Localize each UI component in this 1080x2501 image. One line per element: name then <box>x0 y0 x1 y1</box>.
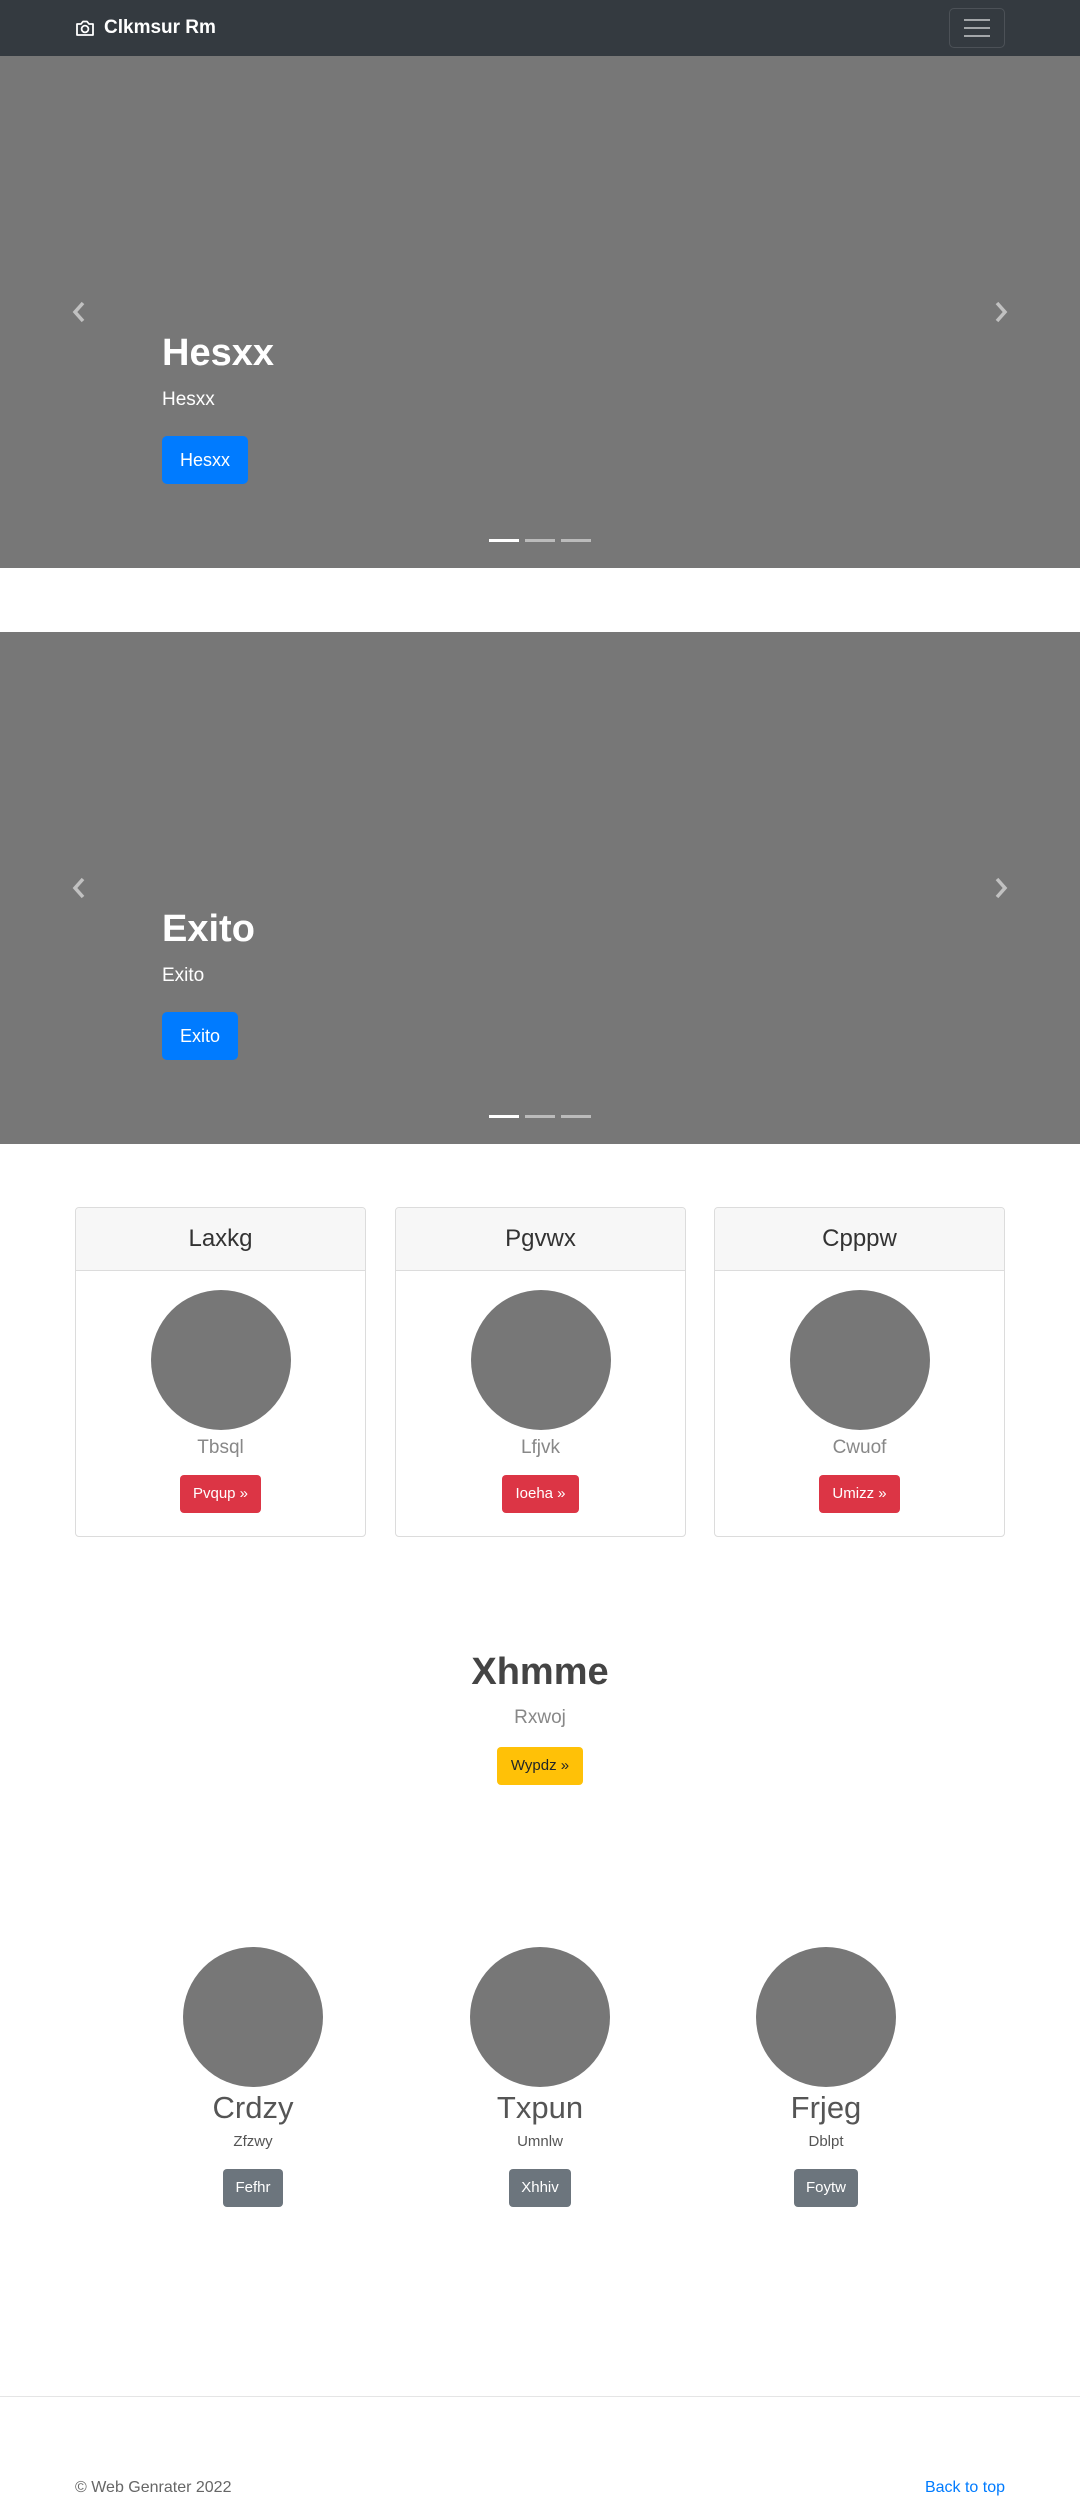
carousel-next-button[interactable] <box>920 632 1080 1144</box>
card-header: Laxkg <box>76 1208 365 1271</box>
feature-column: Frjeg Dblpt Foytw <box>706 1947 946 2207</box>
card-image-placeholder <box>470 1290 611 1430</box>
carousel-prev-button[interactable] <box>0 632 160 1144</box>
brand-name: Clkmsur Rm <box>104 17 216 38</box>
carousel-indicator[interactable] <box>561 539 591 542</box>
card-subtitle: Lfjvk <box>520 1437 561 1458</box>
card-body: Cwuof Umizz » <box>715 1290 1004 1513</box>
carousel-indicator[interactable] <box>489 1115 519 1118</box>
carousel-secondary: Exito Exito Exito <box>0 632 1080 1144</box>
card-deck: Laxkg Tbsql Pvqup » Pgvwx Lfjvk Ioeha » … <box>75 1207 1005 1537</box>
carousel-caption: Hesxx Hesxx Hesxx <box>162 330 274 484</box>
carousel-cta-button[interactable]: Hesxx <box>162 436 249 484</box>
hero-title: Xhmme <box>471 1651 609 1693</box>
brand-link[interactable]: Clkmsur Rm <box>75 16 216 40</box>
chevron-left-icon <box>72 877 85 899</box>
carousel-text: Exito <box>162 965 205 986</box>
chevron-left-icon <box>72 301 85 323</box>
carousel-hero: Hesxx Hesxx Hesxx <box>0 56 1080 568</box>
footer-copyright: © Web Genrater 2022 <box>75 2479 232 2496</box>
carousel-title: Exito <box>162 908 255 950</box>
card-button[interactable]: Pvqup » <box>179 1475 262 1513</box>
carousel-indicator[interactable] <box>525 1115 555 1118</box>
feature-button[interactable]: Fefhr <box>223 2169 283 2207</box>
card-image-placeholder <box>150 1290 291 1430</box>
navbar-toggler-button[interactable] <box>949 8 1005 48</box>
card-body: Lfjvk Ioeha » <box>396 1290 685 1513</box>
chevron-right-icon <box>995 301 1008 323</box>
card-button[interactable]: Ioeha » <box>502 1475 579 1513</box>
card: Cpppw Cwuof Umizz » <box>714 1207 1005 1537</box>
card-header: Cpppw <box>715 1208 1004 1271</box>
card: Pgvwx Lfjvk Ioeha » <box>395 1207 686 1537</box>
feature-column: Crdzy Zfzwy Fefhr <box>133 1947 373 2207</box>
carousel-title: Hesxx <box>162 332 274 374</box>
carousel-cta-button[interactable]: Exito <box>162 1012 239 1060</box>
carousel-indicator[interactable] <box>489 539 519 542</box>
hero-button[interactable]: Wypdz » <box>496 1747 584 1785</box>
hero-section: Xhmme Rxwoj Wypdz » <box>0 1648 1080 1785</box>
carousel-next-button[interactable] <box>920 56 1080 568</box>
feature-title: Txpun <box>496 2090 584 2125</box>
carousel-indicator[interactable] <box>525 539 555 542</box>
card-subtitle: Tbsql <box>197 1437 244 1458</box>
feature-button[interactable]: Xhhiv <box>509 2169 571 2207</box>
hamburger-icon <box>964 19 990 21</box>
feature-subtitle: Dblpt <box>808 2133 844 2150</box>
carousel-text: Hesxx <box>162 389 215 410</box>
feature-title: Frjeg <box>790 2090 862 2125</box>
feature-subtitle: Umnlw <box>517 2133 563 2150</box>
back-to-top-link[interactable]: Back to top <box>925 2478 1005 2498</box>
card-image-placeholder <box>789 1290 930 1430</box>
carousel-indicators <box>489 1115 591 1118</box>
chevron-right-icon <box>995 877 1008 899</box>
feature-column: Txpun Umnlw Xhhiv <box>420 1947 660 2207</box>
carousel-indicator[interactable] <box>561 1115 591 1118</box>
hero-subtitle: Rxwoj <box>514 1707 566 1728</box>
card-header: Pgvwx <box>396 1208 685 1271</box>
camera-icon <box>75 19 95 37</box>
feature-image-placeholder <box>756 1947 896 2087</box>
feature-subtitle: Zfzwy <box>233 2133 273 2150</box>
footer-divider <box>0 2396 1080 2397</box>
feature-title: Crdzy <box>212 2090 294 2125</box>
carousel-caption: Exito Exito Exito <box>162 906 255 1060</box>
card-button[interactable]: Umizz » <box>819 1475 900 1513</box>
card-subtitle: Cwuof <box>832 1437 887 1458</box>
navbar: Clkmsur Rm <box>0 0 1080 56</box>
feature-image-placeholder <box>183 1947 323 2087</box>
carousel-indicators <box>489 539 591 542</box>
feature-button[interactable]: Foytw <box>793 2169 858 2207</box>
card: Laxkg Tbsql Pvqup » <box>75 1207 366 1537</box>
carousel-prev-button[interactable] <box>0 56 160 568</box>
feature-image-placeholder <box>470 1947 610 2087</box>
card-body: Tbsql Pvqup » <box>76 1290 365 1513</box>
